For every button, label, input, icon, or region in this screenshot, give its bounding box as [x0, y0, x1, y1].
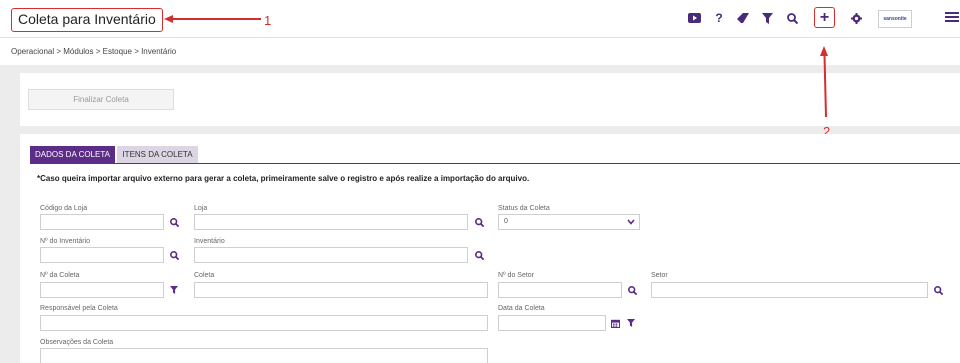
num-inventario-label: Nº do Inventário — [40, 238, 91, 245]
finalizar-coleta-button[interactable]: Finalizar Coleta — [28, 89, 174, 110]
observacoes-input[interactable] — [40, 348, 488, 363]
responsavel-input[interactable] — [40, 315, 488, 331]
import-notice: *Caso queira importar arquivo externo pa… — [37, 174, 530, 183]
coleta-label: Coleta — [194, 272, 215, 279]
filter-icon[interactable] — [759, 10, 775, 26]
setor-input[interactable] — [651, 282, 928, 298]
search-icon[interactable] — [471, 214, 487, 230]
menu-icon[interactable] — [945, 10, 959, 26]
num-setor-label: Nº do Setor — [498, 272, 535, 279]
observacoes-label: Observações da Coleta — [40, 339, 114, 346]
search-icon[interactable] — [624, 282, 640, 298]
gear-icon[interactable] — [848, 10, 864, 26]
num-inventario-input[interactable] — [40, 247, 164, 263]
search-icon[interactable] — [166, 214, 182, 230]
search-icon[interactable] — [166, 247, 182, 263]
breadcrumb: Operacional > Módulos > Estoque > Invent… — [11, 47, 177, 56]
num-setor-input[interactable] — [498, 282, 622, 298]
annotation-arrow-1 — [164, 15, 261, 23]
inventario-input[interactable] — [194, 247, 468, 263]
inventario-label: Inventário — [194, 238, 225, 245]
status-coleta-select[interactable]: 0 — [498, 214, 640, 230]
loja-input[interactable] — [194, 214, 468, 230]
num-coleta-input[interactable] — [40, 282, 164, 298]
data-coleta-input[interactable] — [498, 315, 606, 331]
tab-itens-da-coleta[interactable]: ITENS DA COLETA — [117, 146, 198, 163]
data-coleta-label: Data da Coleta — [498, 305, 545, 312]
setor-label: Setor — [651, 272, 668, 279]
search-icon[interactable] — [930, 282, 946, 298]
page-title: Coleta para Inventário — [11, 8, 163, 32]
add-button[interactable]: + — [814, 7, 835, 28]
tab-underline — [30, 163, 960, 164]
codigo-loja-label: Código da Loja — [40, 205, 88, 212]
eraser-icon[interactable] — [735, 10, 751, 26]
search-icon[interactable] — [784, 10, 800, 26]
search-icon[interactable] — [471, 247, 487, 263]
num-coleta-label: Nº da Coleta — [40, 272, 80, 279]
coleta-input[interactable] — [194, 282, 488, 298]
video-icon[interactable] — [686, 10, 702, 26]
filter-icon[interactable] — [623, 315, 639, 331]
calendar-icon[interactable] — [607, 315, 623, 331]
chevron-down-icon[interactable] — [623, 214, 639, 230]
responsavel-label: Responsável pela Coleta — [40, 305, 118, 312]
help-icon[interactable]: ? — [711, 10, 727, 26]
filter-icon[interactable] — [166, 282, 182, 298]
status-coleta-label: Status da Coleta — [498, 205, 550, 212]
loja-label: Loja — [194, 205, 208, 212]
codigo-loja-input[interactable] — [40, 214, 164, 230]
company-logo: sansonite — [878, 10, 912, 28]
annotation-arrow-2 — [820, 46, 828, 118]
annotation-label-1: 1 — [264, 13, 272, 28]
tab-dados-da-coleta[interactable]: DADOS DA COLETA — [30, 146, 115, 163]
